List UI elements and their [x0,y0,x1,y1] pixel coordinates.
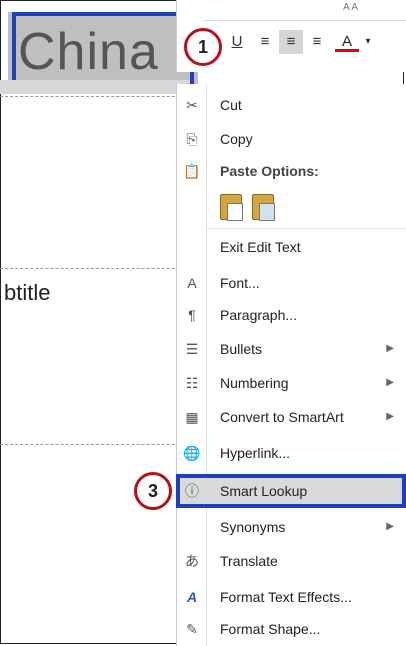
menu-item-paragraph-label: Paragraph... [220,307,298,323]
font-color-button[interactable]: A [335,30,359,54]
menu-item-convert-to-smartart-label: Convert to SmartArt [220,409,344,425]
smart-lookup-icon: ⓘ [185,483,199,499]
menu-item-convert-to-smartart[interactable]: ▦ Convert to SmartArt ▶ [176,400,406,434]
menu-item-cut[interactable]: ✂ Cut [176,88,406,122]
callout-badge-1: 1 [184,28,222,66]
paste-keep-source-icon[interactable] [220,194,243,221]
paste-options-label: Paste Options: [220,163,319,179]
menu-item-format-shape[interactable]: ✎ Format Shape... [176,612,406,646]
menu-item-format-text-effects-label: Format Text Effects... [220,589,352,605]
menu-item-numbering[interactable]: ☷ Numbering ▶ [176,366,406,400]
format-shape-icon: ✎ [186,621,198,637]
subtitle-placeholder-text[interactable]: btitle [4,280,50,306]
submenu-arrow-icon: ▶ [386,521,394,532]
paste-picture-icon[interactable] [252,194,275,221]
smartart-icon: ▦ [185,409,199,425]
submenu-arrow-icon: ▶ [386,377,394,388]
menu-item-smart-lookup[interactable]: ⓘ Smart Lookup [176,474,406,508]
paste-options-icons [218,190,278,224]
submenu-arrow-icon: ▶ [386,411,394,422]
menu-item-cut-label: Cut [220,97,242,113]
menu-item-numbering-label: Numbering [220,375,289,391]
hyperlink-icon: 🌐 [183,445,201,461]
font-color-dropdown-icon[interactable]: ▾ [361,30,375,54]
subtitle-placeholder-top-border [0,268,190,269]
align-right-button[interactable]: ≡ [305,30,329,54]
align-left-button[interactable]: ≡ [253,30,277,54]
numbering-icon: ☷ [185,375,199,391]
submenu-arrow-icon: ▶ [386,343,394,354]
menu-item-exit-edit-text[interactable]: Exit Edit Text [176,230,406,264]
menu-item-paragraph[interactable]: ¶ Paragraph... [176,298,406,332]
subtitle-placeholder-bottom-border [0,444,190,445]
menu-item-paste-options-header: 📋 Paste Options: [176,154,406,188]
menu-item-format-shape-label: Format Shape... [220,621,321,637]
menu-item-exit-edit-text-label: Exit Edit Text [220,239,301,255]
menu-item-hyperlink-label: Hyperlink... [220,445,291,461]
menu-item-hyperlink[interactable]: 🌐 Hyperlink... [176,436,406,470]
copy-icon: ⎘ [186,131,198,147]
menu-item-synonyms-label: Synonyms [220,519,286,535]
callout-badge-3: 3 [134,472,172,510]
paste-icon: 📋 [183,163,201,179]
align-center-button[interactable]: ≡ [279,30,303,54]
mini-toolbar-top-row: A A [203,0,406,21]
slide-top-band [0,80,190,94]
font-color-bar [335,49,359,52]
font-color-letter: A [341,33,352,50]
menu-item-bullets-label: Bullets [220,341,263,357]
text-effects-icon: A [186,589,198,605]
menu-item-format-text-effects[interactable]: A Format Text Effects... [176,580,406,614]
scissors-icon: ✂ [186,97,198,113]
bullets-icon: ☰ [185,341,199,357]
underline-button[interactable]: U [225,30,249,54]
paragraph-icon: ¶ [188,307,196,323]
font-size-grow-shrink[interactable]: A A [343,2,358,13]
menu-item-bullets[interactable]: ☰ Bullets ▶ [176,332,406,366]
menu-item-translate[interactable]: あ Translate [176,544,406,578]
title-placeholder-border [0,96,190,97]
menu-item-copy[interactable]: ⎘ Copy [176,122,406,156]
menu-item-font-label: Font... [220,275,260,291]
menu-item-smart-lookup-label: Smart Lookup [220,483,308,499]
menu-item-synonyms[interactable]: Synonyms ▶ [176,510,406,544]
menu-item-translate-label: Translate [220,553,278,569]
menu-item-copy-label: Copy [220,131,253,147]
font-icon: A [187,275,197,291]
slide-title-text[interactable]: China [12,12,194,84]
menu-item-font[interactable]: A Font... [176,266,406,300]
translate-icon: あ [185,553,199,569]
menu-divider [206,228,406,229]
